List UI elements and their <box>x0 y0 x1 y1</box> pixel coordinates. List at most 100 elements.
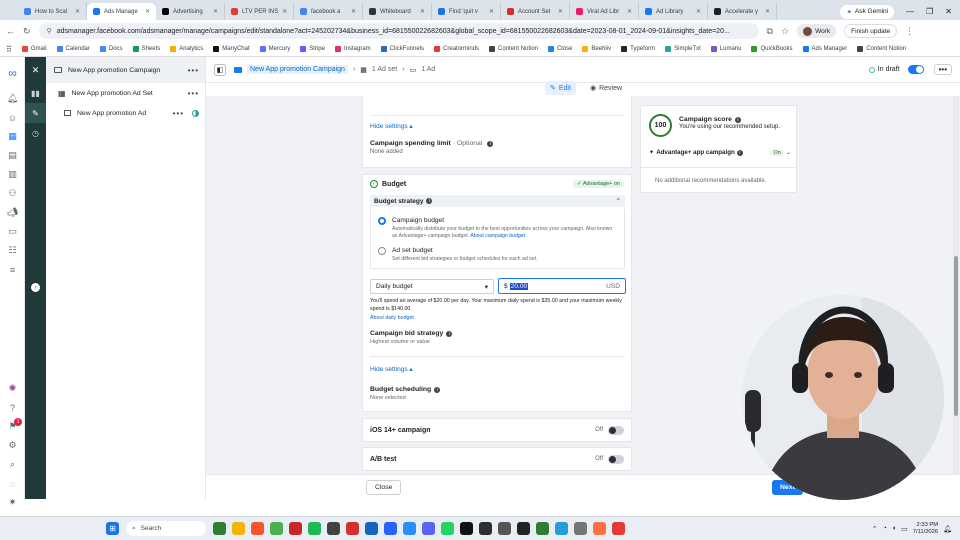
bookmark-item[interactable]: ManyChat <box>213 46 250 52</box>
edit-mode-button[interactable]: ✎ Edit <box>545 81 576 95</box>
close-tab-icon[interactable]: ✕ <box>420 8 425 15</box>
breadcrumb-campaign[interactable]: New App promotion Campaign <box>247 65 348 74</box>
close-button[interactable]: Close <box>366 480 402 495</box>
apps-grid-icon[interactable]: ✺ <box>0 379 25 398</box>
whatsapp-icon[interactable] <box>441 522 454 535</box>
scrollbar-track[interactable] <box>953 96 959 474</box>
adset-budget-option[interactable]: Ad set budget Set different bid strategi… <box>378 247 538 262</box>
browser-tab[interactable]: Whiteboard ✕ <box>363 3 432 20</box>
restore-icon[interactable]: ❐ <box>926 7 933 16</box>
bookmark-item[interactable]: Gmail <box>21 46 47 52</box>
budget-scheduling-field[interactable]: Budget scheduling i None selected <box>370 386 441 401</box>
toggle-panel-icon[interactable]: ◧ <box>214 63 226 76</box>
clock[interactable]: 2:33 PM 7/11/2026 <box>913 522 938 536</box>
catalog-icon[interactable]: ▥ <box>0 165 25 184</box>
bookmark-item[interactable]: Sheets <box>132 46 160 52</box>
campaign-budget-option[interactable]: Campaign budget Automatically distribute… <box>378 217 614 240</box>
profile-button[interactable]: Work <box>797 24 837 38</box>
chart-icon[interactable]: ▮▮ <box>25 83 46 103</box>
apps-icon[interactable]: ⠿ <box>6 45 12 54</box>
breadcrumb-ad[interactable]: 1 Ad <box>421 66 435 73</box>
bookmark-item[interactable]: Content Notion <box>489 46 538 52</box>
extension-icon[interactable]: ⧉ <box>767 26 773 37</box>
close-tab-icon[interactable]: ✕ <box>627 8 632 15</box>
close-tab-icon[interactable]: ✕ <box>558 8 563 15</box>
browser-tab[interactable]: Advertising ✕ <box>156 3 225 20</box>
bookmark-item[interactable]: Lumanu <box>710 46 741 52</box>
bookmark-item[interactable]: Instagram <box>334 46 371 52</box>
close-tab-icon[interactable]: ✕ <box>213 8 218 15</box>
edit-pencil-icon[interactable]: ✎ <box>25 103 46 123</box>
address-bar[interactable]: ⚲ adsmanager.facebook.com/adsmanager/man… <box>38 23 759 39</box>
breadcrumb-adset[interactable]: 1 Ad set <box>372 66 397 73</box>
reload-icon[interactable]: ↻ <box>23 26 31 37</box>
draft-toggle[interactable] <box>907 65 924 74</box>
tree-ad-row[interactable]: New App promotion Ad ••• <box>46 103 205 123</box>
bookmark-item[interactable]: Analytics <box>170 46 203 52</box>
more-icon[interactable]: ••• <box>188 66 199 75</box>
bookmark-item[interactable]: Calendar <box>56 46 90 52</box>
chevron-up-icon[interactable]: ⌃ <box>616 197 621 205</box>
adset-budget-radio[interactable] <box>378 247 386 255</box>
bookmark-item[interactable]: Beehiiv <box>582 46 611 52</box>
battery-icon[interactable]: ▭ <box>901 525 908 533</box>
hide-settings-link-2[interactable]: Hide settings ▴ <box>370 365 413 373</box>
bookmark-item[interactable]: Docs <box>99 46 123 52</box>
chrome-icon[interactable] <box>270 522 283 535</box>
telegram-icon[interactable] <box>555 522 568 535</box>
bookmark-item[interactable]: Ads Manager <box>802 46 847 52</box>
menu-icon[interactable]: ⋮ <box>905 26 914 37</box>
budget-strategy-header[interactable]: Budget strategy i ⌃ <box>370 195 625 207</box>
close-tab-icon[interactable]: ✕ <box>696 8 701 15</box>
bug-icon[interactable]: ✷ <box>0 493 25 512</box>
browser-tab[interactable]: Find 'quit v ✕ <box>432 3 501 20</box>
back-icon[interactable]: ← <box>6 26 15 36</box>
chat-app-icon[interactable] <box>384 522 397 535</box>
app-green-icon[interactable] <box>536 522 549 535</box>
browser-tab[interactable]: How to Scal ✕ <box>18 3 87 20</box>
chevron-down-icon[interactable]: ⌄ <box>786 149 791 156</box>
zoom-icon[interactable] <box>403 522 416 535</box>
brave-icon[interactable] <box>251 522 264 535</box>
bookmark-item[interactable]: Creatorminds <box>434 46 479 52</box>
ab-test-toggle[interactable] <box>608 454 624 464</box>
close-tab-icon[interactable]: ✕ <box>282 8 287 15</box>
bookmark-item[interactable]: Mercury <box>259 46 290 52</box>
spending-limit-field[interactable]: Campaign spending limit · Optional i Non… <box>370 140 494 155</box>
hide-settings-link-1[interactable]: Hide settings ▴ <box>370 122 413 130</box>
advantage-app-campaign-row[interactable]: ✦ Advantage+ app campaign i On ⌄ <box>649 149 791 156</box>
campaign-budget-radio[interactable] <box>378 217 386 225</box>
table-icon[interactable]: ▦ <box>0 127 25 146</box>
settings-icon[interactable]: ⚙ <box>0 436 25 455</box>
discord-icon[interactable] <box>422 522 435 535</box>
browser-tab[interactable]: LTV PER INS ✕ <box>225 3 294 20</box>
bid-strategy-field[interactable]: Campaign bid strategy i Highest volume o… <box>370 330 453 345</box>
app-gray-icon[interactable] <box>574 522 587 535</box>
close-tree-icon[interactable]: ✕ <box>25 57 46 83</box>
tree-campaign-row[interactable]: New App promotion Campaign ••• <box>46 57 205 83</box>
minimize-icon[interactable]: — <box>906 7 914 16</box>
hamburger-icon[interactable]: ≡ <box>0 260 25 279</box>
audience-icon[interactable]: ⚇ <box>0 184 25 203</box>
chatgpt-icon[interactable] <box>498 522 511 535</box>
megaphone-icon[interactable]: 📣︎ <box>0 203 25 222</box>
browser-tab[interactable]: facebook a ✕ <box>294 3 363 20</box>
wifi-icon[interactable]: ◔ <box>883 525 887 532</box>
expand-arrow-icon[interactable]: › <box>31 283 40 292</box>
site-info-icon[interactable]: ⚲ <box>47 27 52 35</box>
close-tab-icon[interactable]: ✕ <box>489 8 494 15</box>
about-campaign-budget-link[interactable]: About campaign budget <box>470 233 525 239</box>
bookmark-item[interactable]: Content Notion <box>857 46 906 52</box>
close-tab-icon[interactable]: ✕ <box>351 8 356 15</box>
bookmark-item[interactable]: ClickFunnels <box>380 46 424 52</box>
meta-logo-icon[interactable]: ∞ <box>0 57 25 89</box>
close-tab-icon[interactable]: ✕ <box>765 8 770 15</box>
close-tab-icon[interactable]: ✕ <box>75 8 80 15</box>
bookmark-item[interactable]: Stripe <box>300 46 325 52</box>
ask-gemini-button[interactable]: ✦ Ask Gemini <box>840 4 895 19</box>
bookmark-item[interactable]: Typeform <box>621 46 655 52</box>
smiley-icon[interactable]: ☺ <box>0 108 25 127</box>
help-icon[interactable]: ? <box>0 398 25 417</box>
budget-amount-value[interactable]: 20.00 <box>509 282 529 290</box>
pages-icon[interactable]: ▤ <box>0 146 25 165</box>
